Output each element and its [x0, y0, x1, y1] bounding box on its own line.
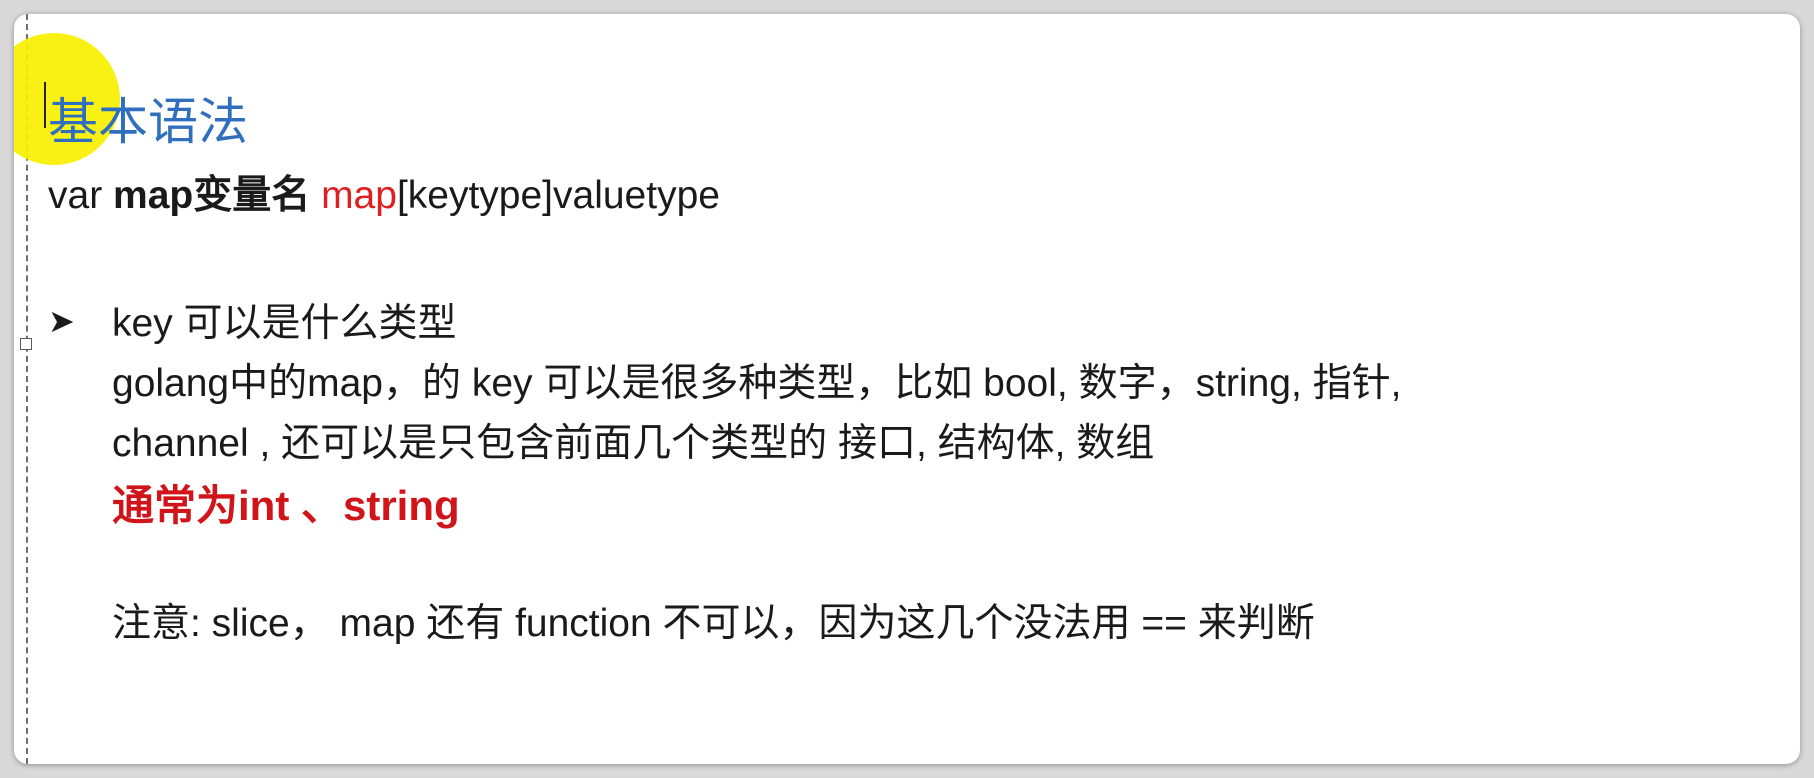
syntax-var-keyword: var [48, 174, 114, 217]
syntax-line[interactable]: var map变量名 map[keytype]valuetype [48, 164, 720, 220]
slide-title[interactable]: 基本语法 [48, 82, 248, 154]
textbox-resize-handle[interactable] [20, 338, 32, 350]
syntax-space [310, 174, 321, 217]
text-caret [44, 82, 46, 128]
bullet-arrow-icon: ➤ [48, 303, 75, 339]
syntax-map-keyword: map [321, 174, 397, 217]
syntax-type-params: [keytype]valuetype [396, 174, 720, 217]
description-line-2[interactable]: channel , 还可以是只包含前面几个类型的 接口, 结构体, 数组 [112, 412, 1154, 468]
note-line[interactable]: 注意: slice， map 还有 function 不可以，因为这几个没法用 … [112, 592, 1315, 648]
syntax-variable-name: map变量名 [113, 174, 311, 217]
bullet-heading: key 可以是什么类型 [112, 302, 457, 345]
emphasis-line[interactable]: 通常为int 、string [112, 472, 460, 533]
description-line-1[interactable]: golang中的map，的 key 可以是很多种类型，比如 bool, 数字，s… [112, 352, 1401, 408]
slide-canvas: 基本语法 var map变量名 map[keytype]valuetype ➤ k… [14, 14, 1800, 764]
bullet-item-key-types[interactable]: ➤ key 可以是什么类型 [48, 292, 457, 348]
